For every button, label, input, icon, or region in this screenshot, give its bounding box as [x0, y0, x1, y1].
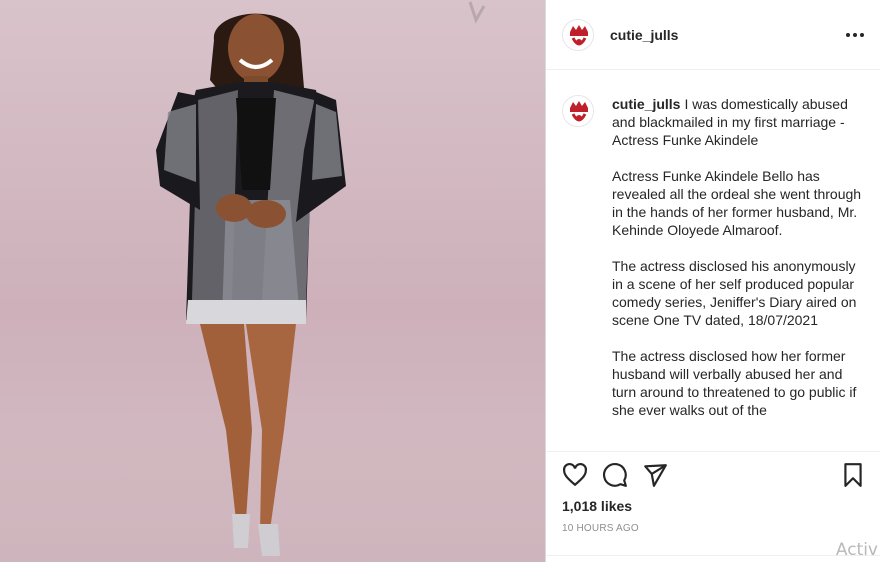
- heart-icon[interactable]: [562, 462, 588, 488]
- post-sidebar: cutie_julls cutie_julls I was domesticall…: [546, 0, 880, 562]
- avatar[interactable]: [562, 18, 594, 51]
- paper-plane-icon[interactable]: [642, 462, 668, 488]
- caption: cutie_julls I was domestically abused and…: [562, 95, 864, 419]
- comment-bubble-icon[interactable]: [602, 462, 628, 488]
- post-header: cutie_julls: [546, 0, 880, 70]
- add-comment-row: [546, 555, 880, 562]
- bookmark-icon[interactable]: [840, 462, 866, 488]
- caption-text: cutie_julls I was domestically abused and…: [612, 95, 864, 419]
- caption-avatar[interactable]: [562, 95, 594, 127]
- woman-in-blazer-illustration: [156, 1, 486, 556]
- avatar-image: [563, 19, 593, 50]
- caption-username[interactable]: cutie_julls: [612, 96, 680, 112]
- likes-count[interactable]: 1,018 likes: [562, 498, 632, 514]
- caption-body: I was domestically abused and blackmaile…: [612, 96, 862, 418]
- more-options-icon[interactable]: [846, 25, 864, 45]
- post-photo[interactable]: [0, 0, 545, 562]
- caption-avatar-image: [563, 96, 593, 126]
- post-timestamp[interactable]: 10 HOURS AGO: [562, 523, 639, 534]
- activation-watermark: Activ: [835, 540, 878, 560]
- post-actions: 1,018 likes 10 HOURS AGO: [546, 451, 880, 562]
- caption-area: cutie_julls I was domestically abused and…: [546, 71, 880, 451]
- header-username[interactable]: cutie_julls: [610, 27, 678, 43]
